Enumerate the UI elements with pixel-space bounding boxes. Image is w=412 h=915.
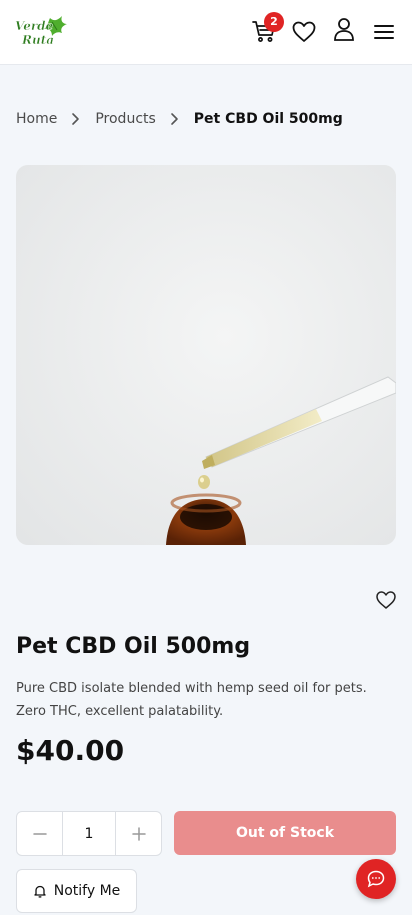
svg-text:Ruta: Ruta <box>21 33 54 47</box>
breadcrumb-products-link[interactable]: Products <box>95 111 155 127</box>
plus-icon <box>131 826 146 841</box>
hamburger-menu-icon[interactable] <box>371 19 397 45</box>
bell-icon <box>34 885 46 898</box>
product-description: Pure CBD isolate blended with hemp seed … <box>16 681 367 719</box>
product-price: $40.00 <box>16 734 125 767</box>
logo-image: Verde Ruta <box>15 16 67 47</box>
svg-text:Verde: Verde <box>15 19 54 33</box>
quantity-stepper <box>16 811 162 856</box>
chevron-right-icon <box>72 113 80 125</box>
wishlist-heart-icon[interactable] <box>291 19 317 45</box>
site-logo[interactable]: Verde Ruta <box>14 14 68 50</box>
notify-me-label: Notify Me <box>53 883 121 899</box>
chevron-right-icon <box>170 113 178 125</box>
cart-count-badge: 2 <box>264 12 284 32</box>
chat-icon <box>367 870 385 888</box>
user-account-icon[interactable] <box>331 16 357 42</box>
add-to-wishlist-heart-icon[interactable] <box>375 589 397 611</box>
breadcrumb-current: Pet CBD Oil 500mg <box>193 111 343 127</box>
notify-me-button[interactable]: Notify Me <box>16 869 137 913</box>
breadcrumb-home-link[interactable]: Home <box>16 111 57 127</box>
product-photo-dropper-bottle <box>16 165 396 545</box>
site-header: Verde Ruta 2 <box>0 0 412 65</box>
product-title: Pet CBD Oil 500mg <box>16 634 251 659</box>
increase-quantity-button[interactable] <box>116 812 161 855</box>
minus-icon <box>32 832 47 835</box>
product-image[interactable] <box>16 165 396 545</box>
breadcrumb: Home Products Pet CBD Oil 500mg <box>16 108 343 130</box>
decrease-quantity-button[interactable] <box>17 812 62 855</box>
quantity-input[interactable] <box>62 812 116 855</box>
out-of-stock-button[interactable]: Out of Stock <box>174 811 396 855</box>
chat-button[interactable] <box>356 859 396 899</box>
